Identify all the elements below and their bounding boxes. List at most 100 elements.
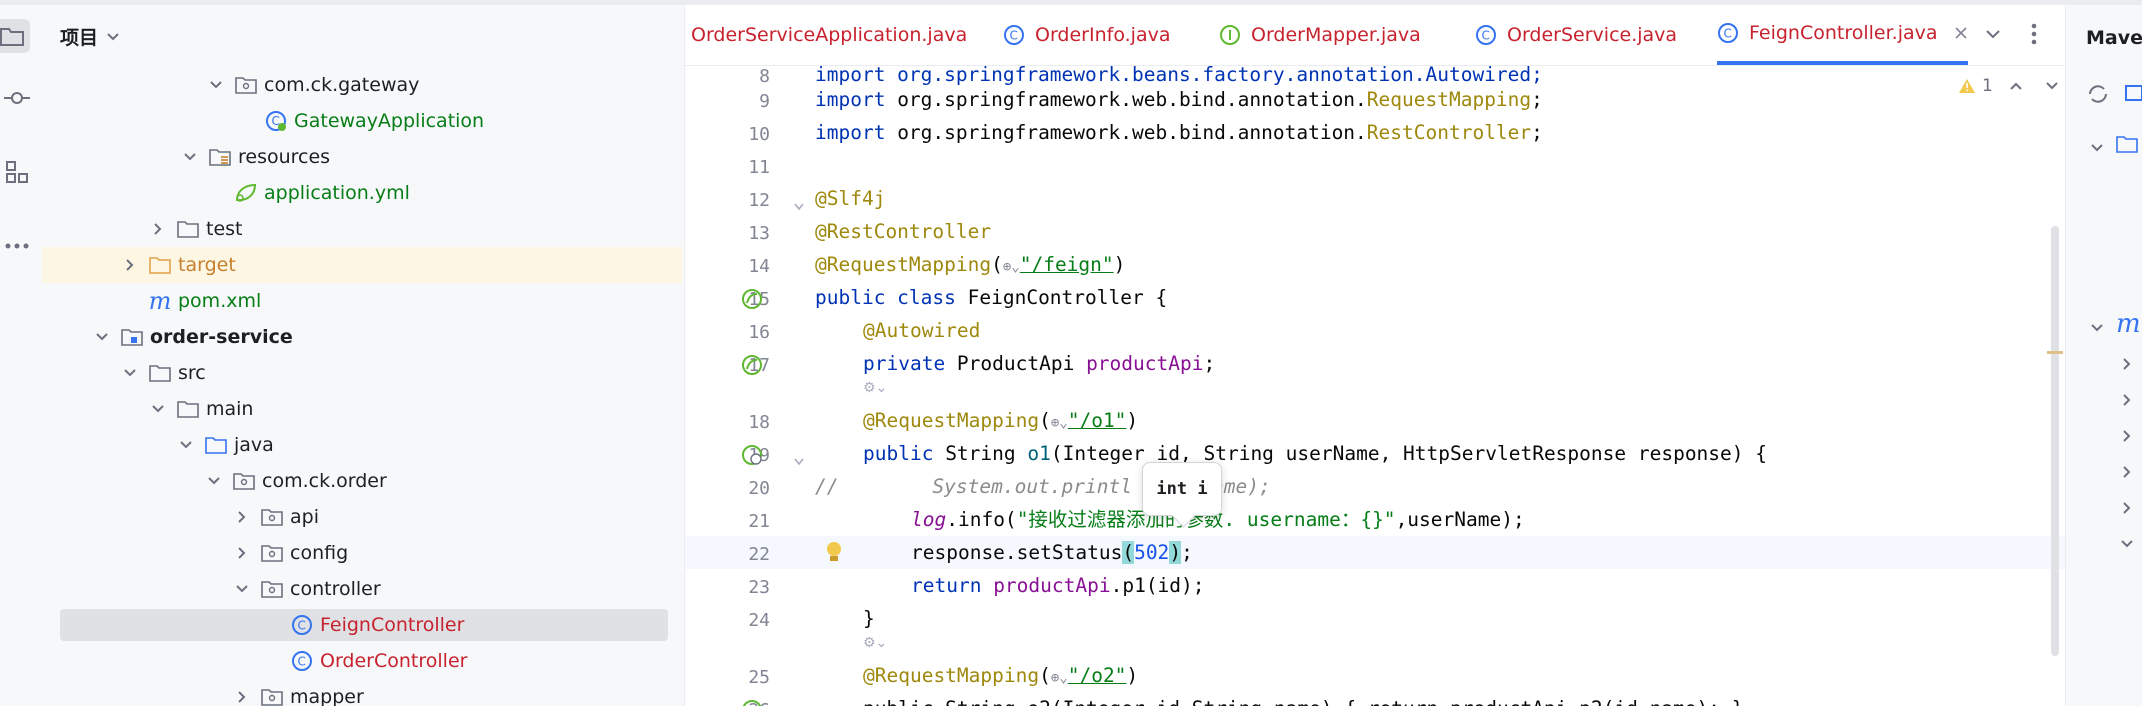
tree-item-folder[interactable]: test — [42, 211, 682, 247]
tree-item-class[interactable]: C OrderController — [42, 643, 682, 679]
tree-item-package[interactable]: api — [42, 499, 682, 535]
project-panel-header[interactable]: 项目 — [60, 23, 120, 50]
tree-item-folder[interactable]: src — [42, 355, 682, 391]
tab-order-service-application[interactable]: OrderServiceApplication.java — [691, 5, 967, 65]
tree-item-folder[interactable]: target — [42, 247, 682, 283]
tree-item-package[interactable]: controller — [42, 571, 682, 607]
code-editor[interactable]: 8 9 10 11 12 13 14 15 16 17 18 19 20 21 … — [685, 66, 2065, 706]
tree-item-file[interactable]: m pom.xml — [42, 283, 682, 319]
chevron-down-icon[interactable] — [2090, 143, 2104, 153]
code-token[interactable]: "/o2" — [1068, 664, 1127, 687]
code-vision-icon[interactable]: ⚙⌄ — [863, 635, 887, 651]
inspection-widget[interactable]: 1 — [1958, 76, 2059, 96]
more-tools-button[interactable] — [0, 229, 34, 263]
globe-icon[interactable]: ⊕⌄ — [1051, 670, 1068, 686]
chevron-right-icon[interactable] — [2122, 429, 2132, 443]
chevron-right-icon[interactable] — [2122, 465, 2132, 479]
chevron-right-icon[interactable] — [232, 543, 252, 563]
tree-item-class[interactable]: C FeignController — [42, 607, 682, 643]
chevron-down-icon[interactable] — [232, 579, 252, 599]
code-token: } — [863, 607, 875, 630]
tree-item-package[interactable]: config — [42, 535, 682, 571]
chevron-down-icon[interactable] — [204, 471, 224, 491]
line-number: 16 — [748, 322, 770, 343]
chevron-right-icon[interactable] — [148, 219, 168, 239]
code-token: public String o2(Integer id,String name)… — [863, 697, 1744, 706]
code-token: return — [911, 574, 994, 597]
chevron-down-icon[interactable] — [2090, 323, 2104, 333]
chevron-right-icon[interactable] — [2122, 357, 2132, 371]
chevron-right-icon[interactable] — [232, 687, 252, 706]
tree-item-package[interactable]: mapper — [42, 679, 682, 706]
folder-icon — [2116, 136, 2138, 153]
svg-text:C: C — [298, 619, 306, 633]
interface-icon — [1220, 25, 1240, 45]
structure-tool-button[interactable] — [0, 155, 34, 189]
svg-text:C: C — [298, 655, 306, 669]
close-icon[interactable] — [1954, 26, 1968, 40]
code-token: productApi — [1086, 352, 1204, 375]
spring-bean-gutter-icon[interactable] — [740, 353, 764, 377]
chevron-down-icon[interactable] — [148, 399, 168, 419]
tree-item-folder[interactable]: resources — [42, 139, 682, 175]
code-line: } — [863, 602, 875, 635]
request-mapping-gutter-icon[interactable] — [740, 698, 764, 706]
project-tool-button[interactable] — [0, 19, 30, 53]
code-line: import org.springframework.web.bind.anno… — [815, 116, 1543, 149]
globe-icon[interactable]: ⊕⌄ — [1003, 259, 1020, 275]
chevron-down-icon[interactable] — [1985, 29, 2001, 41]
spring-config-icon — [234, 181, 258, 205]
tree-item-label: main — [206, 398, 254, 420]
globe-icon[interactable]: ⊕⌄ — [1051, 415, 1068, 431]
tree-item-class[interactable]: C GatewayApplication — [42, 103, 682, 139]
chevron-up-icon[interactable] — [2009, 81, 2023, 91]
tree-item-package[interactable]: com.ck.gateway — [42, 67, 682, 103]
chevron-down-icon[interactable] — [176, 435, 196, 455]
tree-item-package[interactable]: com.ck.order — [42, 463, 682, 499]
tree-item-file[interactable]: application.yml — [42, 175, 682, 211]
warning-marker[interactable] — [2047, 351, 2063, 354]
reload-icon[interactable] — [2086, 83, 2110, 105]
code-token: ( — [1122, 541, 1135, 564]
chevron-down-icon[interactable] — [92, 327, 112, 347]
folder-icon — [176, 217, 200, 241]
editor-scrollbar[interactable] — [2051, 226, 2059, 656]
chevron-down-icon[interactable] — [2120, 539, 2134, 549]
spring-bean-gutter-icon[interactable] — [740, 287, 764, 311]
tab-order-mapper[interactable]: OrderMapper.java — [1219, 5, 1421, 65]
tree-item-label: pom.xml — [178, 290, 262, 312]
chevron-right-icon[interactable] — [2122, 393, 2132, 407]
tree-item-folder[interactable]: main — [42, 391, 682, 427]
add-project-icon[interactable] — [2124, 83, 2142, 105]
code-vision-icon[interactable]: ⚙⌄ — [863, 380, 887, 396]
chevron-down-icon[interactable] — [120, 363, 140, 383]
code-token[interactable]: "/feign" — [1020, 253, 1114, 276]
code-line: @RequestMapping(⊕⌄"/feign") — [815, 248, 1125, 281]
tree-item-module[interactable]: order-service — [42, 319, 682, 355]
chevron-down-icon[interactable] — [2045, 81, 2059, 91]
class-icon: C — [1004, 25, 1024, 45]
chevron-down-icon[interactable] — [206, 75, 226, 95]
line-number: 18 — [748, 412, 770, 433]
tab-feign-controller[interactable]: C FeignController.java — [1717, 5, 1968, 65]
fold-icon[interactable] — [793, 457, 805, 467]
tab-order-info[interactable]: C OrderInfo.java — [1003, 5, 1170, 65]
lightbulb-icon[interactable] — [825, 540, 843, 564]
chevron-right-icon[interactable] — [232, 507, 252, 527]
code-token: response.setStatus — [911, 541, 1123, 564]
more-vertical-icon[interactable] — [2031, 23, 2037, 45]
tree-item-folder[interactable]: java — [42, 427, 682, 463]
project-panel-title: 项目 — [60, 27, 99, 49]
code-token: // System.out.printl — [815, 475, 1132, 498]
code-token[interactable]: "/o1" — [1068, 409, 1127, 432]
request-mapping-gutter-icon[interactable] — [740, 443, 764, 467]
chevron-right-icon[interactable] — [120, 255, 140, 275]
chevron-right-icon[interactable] — [2122, 501, 2132, 515]
chevron-down-icon[interactable] — [180, 147, 200, 167]
fold-icon[interactable] — [793, 202, 805, 212]
code-token: org.springframework.web.bind.annotation. — [897, 121, 1367, 144]
tab-order-service[interactable]: C OrderService.java — [1475, 5, 1677, 65]
package-icon — [260, 577, 284, 601]
line-number: 8 — [759, 66, 770, 87]
commit-tool-button[interactable] — [0, 81, 34, 115]
